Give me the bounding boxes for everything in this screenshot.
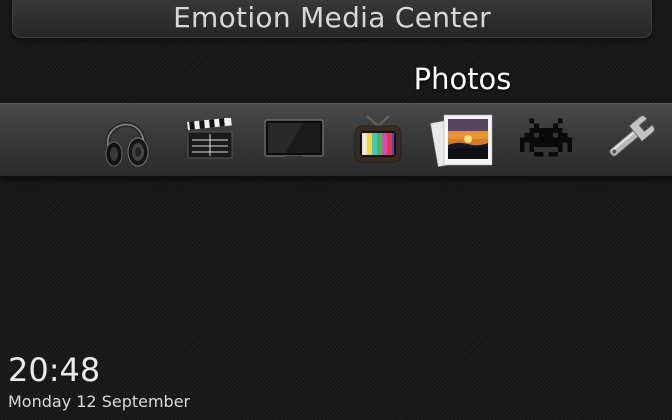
television-icon bbox=[264, 119, 324, 159]
headphones-icon bbox=[105, 122, 149, 167]
wrench-icon bbox=[609, 115, 655, 157]
menu-item-movies[interactable] bbox=[178, 108, 242, 172]
menu-item-games[interactable] bbox=[514, 108, 578, 172]
clock-time: 20:48 bbox=[8, 351, 101, 389]
menu-item-live-tv[interactable] bbox=[346, 108, 410, 172]
main-menu-bar bbox=[0, 103, 672, 177]
menu-item-settings[interactable] bbox=[596, 108, 660, 172]
menu-item-photos[interactable] bbox=[428, 106, 498, 174]
clapperboard-icon bbox=[187, 118, 233, 159]
space-invader-icon bbox=[520, 118, 572, 157]
menu-item-music[interactable] bbox=[94, 108, 158, 172]
retro-tv-icon bbox=[354, 115, 402, 163]
clock-date: Monday 12 September bbox=[8, 392, 191, 411]
title-bar: Emotion Media Center bbox=[12, 0, 652, 38]
app-title: Emotion Media Center bbox=[173, 1, 491, 34]
selected-menu-label: Photos bbox=[413, 62, 512, 96]
photos-icon bbox=[430, 114, 493, 167]
menu-item-tv[interactable] bbox=[262, 108, 326, 172]
